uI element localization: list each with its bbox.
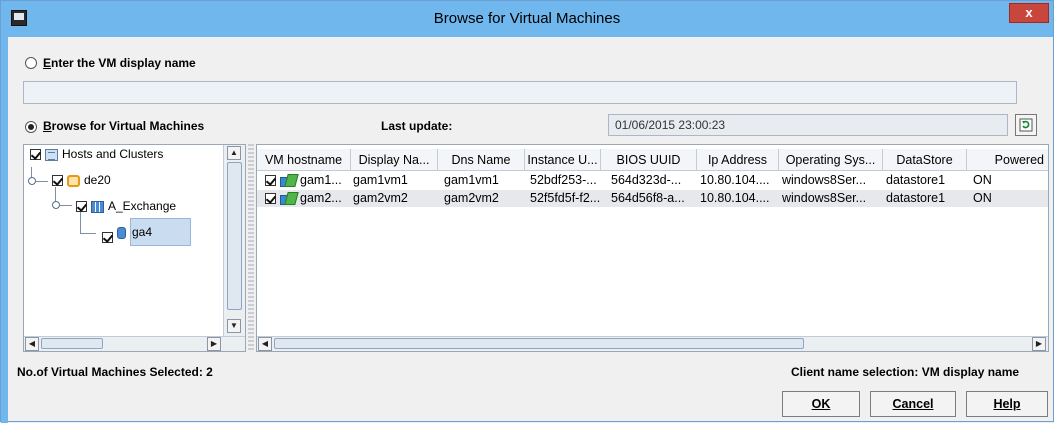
last-update-field: 01/06/2015 23:00:23 — [608, 114, 1008, 136]
ip-address-cell: 10.80.104.... — [700, 173, 770, 187]
grid-hscrollbar[interactable]: ◀ ▶ — [257, 336, 1048, 351]
scroll-right-arrow[interactable]: ▶ — [1032, 337, 1046, 351]
dialog-window: Browse for Virtual Machines x Enter the … — [0, 0, 1054, 423]
scroll-up-arrow[interactable]: ▲ — [227, 146, 241, 160]
ip-address-cell: 10.80.104.... — [700, 191, 770, 205]
cancel-button-label: Cancel — [892, 397, 934, 411]
datacenter-icon — [67, 174, 80, 187]
cell-text: gam2... — [300, 191, 342, 205]
col-dns-name[interactable]: Dns Name — [438, 149, 525, 171]
vm-hostname-cell[interactable]: gam1... — [263, 172, 353, 189]
instance-uuid-cell: 52f5fd5f-f2... — [530, 191, 601, 205]
tree-vscrollbar[interactable]: ▲ ▼ — [223, 145, 245, 336]
datastore-cell: datastore1 — [886, 191, 946, 205]
refresh-icon — [1019, 118, 1033, 132]
last-update-label: Last update: — [381, 119, 453, 133]
tree-item-label: ga4 — [130, 218, 192, 247]
help-button[interactable]: Help — [966, 391, 1048, 417]
vm-name-label-text: nter the VM display name — [51, 56, 196, 70]
tree-checkbox[interactable] — [52, 175, 63, 187]
grid-header: VM hostname Display Na... Dns Name Insta… — [257, 149, 1048, 171]
ok-button-label: OK — [811, 397, 831, 411]
bios-uuid-cell: 564d56f8-a... — [611, 191, 685, 205]
col-display-name[interactable]: Display Na... — [351, 149, 438, 171]
vm-icon — [280, 174, 296, 188]
tree-item-de20[interactable]: de20 — [52, 171, 111, 189]
col-powered[interactable]: Powered — [967, 149, 1048, 171]
close-button[interactable]: x — [1009, 3, 1049, 23]
powered-cell: ON — [973, 191, 992, 205]
instance-uuid-cell: 52bdf253-... — [530, 173, 597, 187]
tree-item-label: Hosts and Clusters — [62, 147, 164, 161]
row-checkbox[interactable] — [265, 175, 276, 187]
dialog-title: Browse for Virtual Machines — [433, 10, 621, 27]
cell-text: gam1... — [300, 173, 342, 187]
col-datastore[interactable]: DataStore — [883, 149, 967, 171]
tree-item-a-exchange[interactable]: A_Exchange — [76, 197, 176, 215]
display-name-cell: gam1vm1 — [353, 173, 408, 187]
col-vm-hostname[interactable]: VM hostname — [257, 149, 351, 171]
tree-item-label: A_Exchange — [108, 199, 177, 213]
operating-system-cell: windows8Ser... — [782, 173, 867, 187]
tree-hscrollbar[interactable]: ◀ ▶ — [24, 336, 245, 351]
dns-name-cell: gam1vm1 — [444, 173, 499, 187]
help-button-label: Help — [993, 397, 1021, 411]
table-row[interactable]: gam1... gam1vm1 gam1vm1 52bdf253-... 564… — [257, 172, 1048, 189]
operating-system-cell: windows8Ser... — [782, 191, 867, 205]
tree-panel: Hosts and Clusters de20 A_Exchange ga4 ▲… — [23, 144, 246, 352]
col-bios-uuid[interactable]: BIOS UUID — [601, 149, 697, 171]
cluster-icon — [91, 200, 104, 213]
tree-checkbox[interactable] — [30, 149, 41, 161]
browse-label: Browse for Virtual Machines — [43, 119, 205, 133]
scroll-left-arrow[interactable]: ◀ — [25, 337, 39, 351]
refresh-button[interactable] — [1015, 114, 1037, 136]
vm-name-label: Enter the VM display name — [43, 56, 196, 70]
powered-cell: ON — [973, 173, 992, 187]
vm-hostname-cell[interactable]: gam2... — [263, 190, 353, 207]
window-edge — [1, 37, 8, 423]
tree-checkbox[interactable] — [76, 201, 87, 213]
datastore-icon — [117, 227, 126, 239]
dns-name-cell: gam2vm2 — [444, 191, 499, 205]
tree-item-label: de20 — [84, 173, 111, 187]
tree-item-ga4[interactable]: ga4 — [102, 218, 222, 253]
scroll-left-arrow[interactable]: ◀ — [258, 337, 272, 351]
split-divider[interactable] — [248, 144, 254, 352]
tree-expander-de20[interactable] — [28, 177, 36, 185]
tree-hscroll-thumb[interactable] — [41, 338, 103, 349]
tree-expander-a-exchange[interactable] — [52, 201, 60, 209]
col-ip-address[interactable]: Ip Address — [697, 149, 779, 171]
vm-name-radio[interactable] — [25, 57, 37, 69]
grid-hscroll-thumb[interactable] — [274, 338, 804, 349]
tree-vscroll-thumb[interactable] — [227, 162, 242, 310]
scroll-down-arrow[interactable]: ▼ — [227, 319, 241, 333]
ok-button[interactable]: OK — [782, 391, 860, 417]
display-name-cell: gam2vm2 — [353, 191, 408, 205]
cancel-button[interactable]: Cancel — [870, 391, 956, 417]
browse-label-text: rowse for Virtual Machines — [51, 119, 205, 133]
bios-uuid-cell: 564d323d-... — [611, 173, 682, 187]
col-operating-system[interactable]: Operating Sys... — [779, 149, 883, 171]
table-row[interactable]: gam2... gam2vm2 gam2vm2 52f5fd5f-f2... 5… — [257, 190, 1048, 207]
browse-radio[interactable] — [25, 121, 37, 133]
title-bar: Browse for Virtual Machines x — [1, 1, 1053, 37]
vm-grid-panel: VM hostname Display Na... Dns Name Insta… — [256, 144, 1049, 352]
selected-count: No.of Virtual Machines Selected: 2 — [17, 365, 213, 379]
col-instance-uuid[interactable]: Instance U... — [525, 149, 601, 171]
datastore-cell: datastore1 — [886, 173, 946, 187]
vm-icon — [280, 192, 296, 206]
tree-item-hosts-and-clusters[interactable]: Hosts and Clusters — [30, 145, 163, 163]
client-name-selection: Client name selection: VM display name — [791, 365, 1020, 379]
vm-name-input[interactable] — [23, 81, 1017, 104]
tree-checkbox[interactable] — [102, 232, 113, 243]
scroll-right-arrow[interactable]: ▶ — [207, 337, 221, 351]
host-icon — [45, 148, 58, 161]
row-checkbox[interactable] — [265, 193, 276, 205]
